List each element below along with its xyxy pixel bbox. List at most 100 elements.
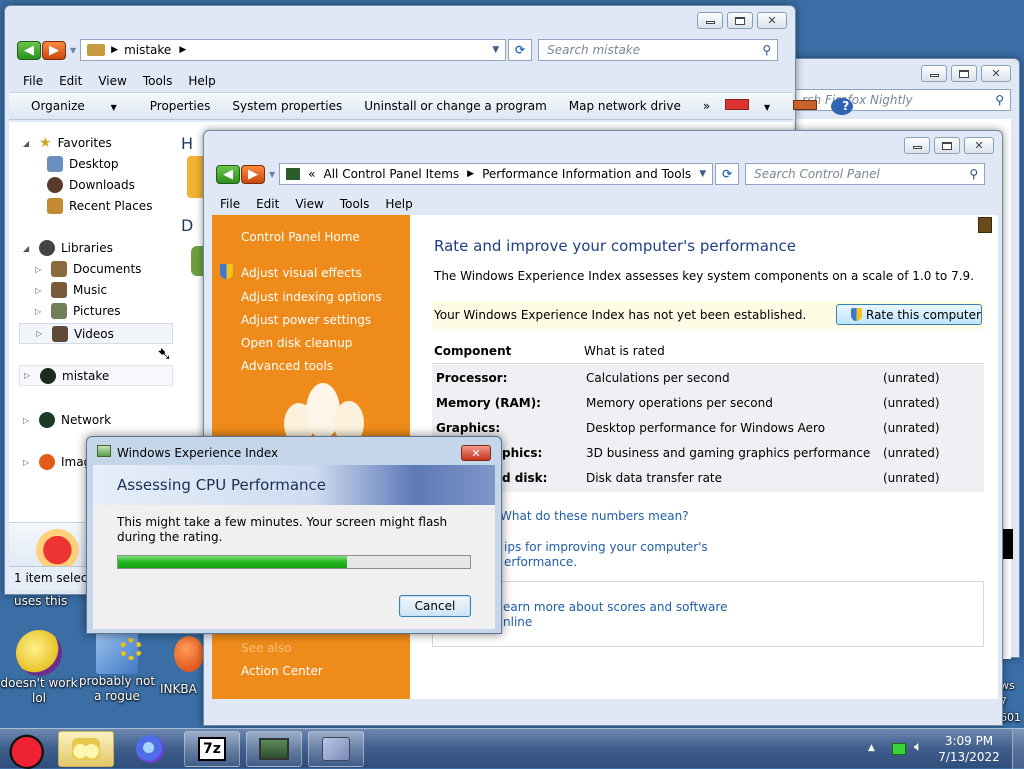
- network-tray-icon[interactable]: [892, 743, 906, 755]
- nav-downloads[interactable]: Downloads: [47, 177, 135, 193]
- forward-button[interactable]: ▶: [241, 164, 265, 184]
- open-disk-cleanup-link[interactable]: Open disk cleanup: [241, 336, 352, 350]
- menu-file[interactable]: File: [15, 74, 51, 88]
- taskbar-wei-button[interactable]: [308, 731, 364, 767]
- search-icon[interactable]: ⚲: [762, 43, 771, 57]
- back-button[interactable]: ◀: [17, 40, 41, 60]
- menu-file[interactable]: File: [212, 197, 248, 211]
- scrollbar[interactable]: [1003, 529, 1013, 559]
- history-dropdown-icon[interactable]: ▼: [70, 46, 76, 55]
- desktop-icon-rogue[interactable]: probably not a rogue: [78, 630, 156, 704]
- show-hidden-icons[interactable]: ▲: [868, 743, 875, 753]
- nav-music[interactable]: ▷ Music: [35, 282, 107, 298]
- organize-button[interactable]: Organize ▼: [9, 99, 139, 113]
- breadcrumb-chevron-icon[interactable]: ▶: [179, 45, 186, 55]
- menu-view[interactable]: View: [90, 74, 134, 88]
- expand-icon[interactable]: ▷: [35, 307, 45, 316]
- more-commands-button[interactable]: »: [692, 99, 721, 113]
- control-panel-home-link[interactable]: Control Panel Home: [241, 230, 360, 244]
- learn-more-link[interactable]: earn more about scores and software: [503, 600, 727, 614]
- desktop-icon-yahoo[interactable]: doesn't work lol: [0, 630, 78, 706]
- adjust-indexing-options-link[interactable]: Adjust indexing options: [241, 290, 382, 304]
- adjust-power-settings-link[interactable]: Adjust power settings: [241, 313, 371, 327]
- history-dropdown-icon[interactable]: ▼: [269, 170, 275, 179]
- cancel-button[interactable]: Cancel: [399, 595, 471, 617]
- maximize-button[interactable]: [951, 65, 977, 82]
- view-options-icon[interactable]: ▼: [721, 99, 785, 113]
- menu-tools[interactable]: Tools: [135, 74, 181, 88]
- address-bar[interactable]: « All Control Panel Items ▶ Performance …: [279, 163, 714, 185]
- properties-button[interactable]: Properties: [139, 99, 222, 113]
- search-icon[interactable]: ⚲: [969, 167, 978, 181]
- menu-edit[interactable]: Edit: [51, 74, 90, 88]
- breadcrumb-overflow[interactable]: «: [308, 167, 315, 181]
- expand-icon[interactable]: ▷: [23, 458, 33, 467]
- address-dropdown-icon[interactable]: ▼: [492, 45, 499, 55]
- nav-favorites[interactable]: ◢ ★ Favorites: [23, 135, 112, 151]
- taskbar-7zip-button[interactable]: 7z: [184, 731, 240, 767]
- search-icon[interactable]: ⚲: [995, 93, 1004, 107]
- volume-icon[interactable]: 🔈︎: [914, 739, 922, 755]
- documents-label: Documents: [73, 262, 142, 276]
- nav-videos[interactable]: ▷ Videos: [19, 323, 173, 344]
- taskbar-monitor-button[interactable]: [246, 731, 302, 767]
- uninstall-button[interactable]: Uninstall or change a program: [353, 99, 558, 113]
- dialog-close-button[interactable]: ✕: [461, 445, 491, 461]
- expand-icon[interactable]: ▷: [35, 286, 45, 295]
- learn-more-link-cont[interactable]: nline: [503, 615, 532, 629]
- refresh-button[interactable]: ⟳: [715, 163, 740, 185]
- expand-icon[interactable]: ▷: [23, 416, 33, 425]
- close-button[interactable]: ✕: [981, 65, 1011, 82]
- taskbar-firefox-button[interactable]: [122, 731, 178, 767]
- taskbar-explorer-button[interactable]: [58, 731, 114, 767]
- menu-view[interactable]: View: [287, 197, 331, 211]
- breadcrumb-all-items[interactable]: All Control Panel Items: [324, 167, 460, 181]
- menu-tools[interactable]: Tools: [332, 197, 378, 211]
- address-bar[interactable]: ▶ mistake ▶ ▼: [80, 39, 507, 61]
- rate-this-computer-button[interactable]: Rate this computer: [836, 304, 982, 325]
- what-numbers-mean-link[interactable]: What do these numbers mean?: [500, 509, 689, 523]
- nav-documents[interactable]: ▷ Documents: [35, 261, 141, 277]
- tips-improving-link-cont[interactable]: erformance.: [504, 555, 577, 569]
- menu-help[interactable]: Help: [180, 74, 223, 88]
- minimize-button[interactable]: [921, 65, 947, 82]
- action-center-link[interactable]: Action Center: [241, 664, 323, 678]
- breadcrumb-performance[interactable]: Performance Information and Tools: [482, 167, 691, 181]
- minimize-button[interactable]: [904, 137, 930, 154]
- menu-help[interactable]: Help: [377, 197, 420, 211]
- breadcrumb-mistake[interactable]: mistake: [124, 43, 171, 57]
- help-icon[interactable]: ?: [825, 97, 859, 115]
- show-desktop-button[interactable]: [1012, 729, 1024, 769]
- search-input[interactable]: Search Control Panel ⚲: [745, 163, 986, 185]
- clock[interactable]: 3:09 PM 7/13/2022: [938, 733, 1000, 765]
- adjust-visual-effects-link[interactable]: Adjust visual effects: [241, 266, 362, 280]
- system-properties-button[interactable]: System properties: [221, 99, 353, 113]
- maximize-button[interactable]: [934, 137, 960, 154]
- tips-improving-link[interactable]: ips for improving your computer's: [504, 540, 708, 554]
- expand-icon[interactable]: ▷: [35, 265, 45, 274]
- nav-network[interactable]: ▷ Network: [23, 412, 111, 428]
- close-button[interactable]: ✕: [964, 137, 994, 154]
- maximize-button[interactable]: [727, 12, 753, 29]
- nav-mistake[interactable]: ▷ mistake: [19, 365, 173, 386]
- start-button-icon[interactable]: [6, 731, 52, 769]
- expand-icon[interactable]: ◢: [23, 244, 33, 253]
- refresh-button[interactable]: ⟳: [508, 39, 533, 61]
- nav-libraries[interactable]: ◢ Libraries: [23, 240, 113, 256]
- close-button[interactable]: ✕: [757, 12, 787, 29]
- menu-edit[interactable]: Edit: [248, 197, 287, 211]
- expand-icon[interactable]: ▷: [36, 329, 46, 338]
- forward-button[interactable]: ▶: [42, 40, 66, 60]
- map-network-drive-button[interactable]: Map network drive: [558, 99, 692, 113]
- back-button[interactable]: ◀: [216, 164, 240, 184]
- expand-icon[interactable]: ◢: [23, 139, 33, 148]
- advanced-tools-link[interactable]: Advanced tools: [241, 359, 333, 373]
- nav-recent-places[interactable]: Recent Places: [47, 198, 152, 214]
- expand-icon[interactable]: ▷: [24, 371, 34, 380]
- preview-pane-icon[interactable]: [785, 99, 825, 113]
- address-dropdown-icon[interactable]: ▼: [699, 169, 706, 179]
- minimize-button[interactable]: [697, 12, 723, 29]
- nav-desktop[interactable]: Desktop: [47, 156, 119, 172]
- search-input[interactable]: Search mistake ⚲: [538, 39, 779, 61]
- nav-pictures[interactable]: ▷ Pictures: [35, 303, 121, 319]
